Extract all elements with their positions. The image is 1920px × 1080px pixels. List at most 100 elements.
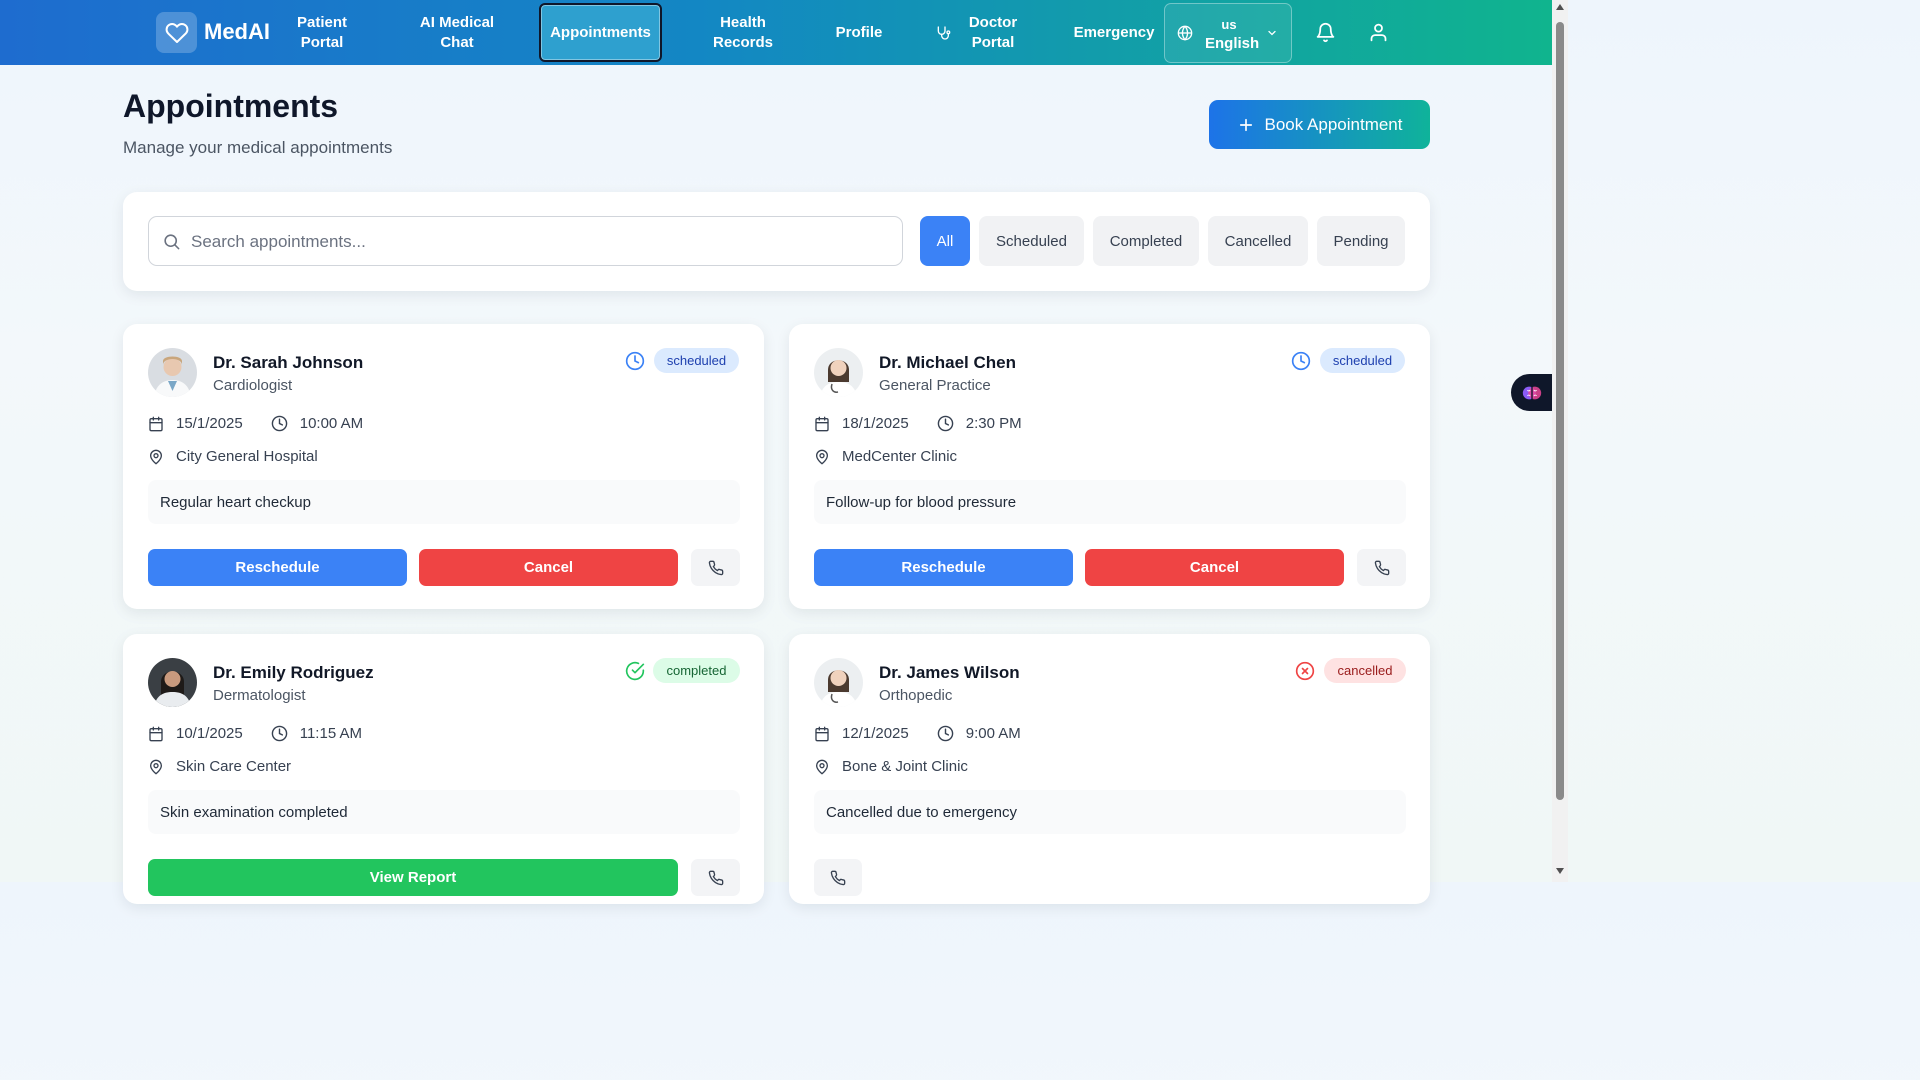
appointment-date: 12/1/2025 bbox=[842, 725, 909, 742]
nav-label: Portal bbox=[300, 33, 344, 51]
appointment-date-row: 15/1/2025 10:00 AM bbox=[148, 415, 363, 432]
check-circle-icon bbox=[625, 661, 645, 681]
language-selector[interactable]: us English bbox=[1164, 3, 1292, 63]
nav-patient-portal[interactable]: Patient Portal bbox=[282, 4, 362, 61]
appointment-date: 10/1/2025 bbox=[176, 725, 243, 742]
doctor-avatar bbox=[814, 348, 863, 397]
stethoscope-icon bbox=[935, 25, 951, 41]
doctor-specialty: Dermatologist bbox=[213, 687, 306, 704]
view-report-button[interactable]: View Report bbox=[148, 859, 678, 896]
appointment-time: 11:15 AM bbox=[299, 725, 362, 742]
calendar-icon bbox=[814, 726, 830, 742]
clock-icon bbox=[937, 415, 954, 432]
filter-scheduled[interactable]: Scheduled bbox=[979, 216, 1084, 266]
page-subtitle: Manage your medical appointments bbox=[123, 138, 393, 157]
appointment-notes: Skin examination completed bbox=[148, 790, 740, 834]
appointment-notes: Regular heart checkup bbox=[148, 480, 740, 524]
filter-pending[interactable]: Pending bbox=[1317, 216, 1405, 266]
appointment-date: 18/1/2025 bbox=[842, 415, 909, 432]
nav-doctor-portal[interactable]: Doctor Portal bbox=[926, 4, 1026, 61]
nav-label: Health bbox=[720, 13, 766, 31]
appointment-date: 15/1/2025 bbox=[176, 415, 243, 432]
reschedule-button[interactable]: Reschedule bbox=[814, 549, 1073, 586]
nav-label: Chat bbox=[440, 33, 474, 51]
appointment-notes: Follow-up for blood pressure bbox=[814, 480, 1406, 524]
map-pin-icon bbox=[148, 759, 164, 775]
nav-health-records[interactable]: Health Records bbox=[698, 4, 788, 61]
clock-icon bbox=[271, 725, 288, 742]
call-button[interactable] bbox=[691, 549, 740, 586]
nav-label: Emergency bbox=[1073, 23, 1155, 41]
search-input[interactable] bbox=[189, 217, 893, 267]
top-navigation: MedAI Patient Portal AI Medical Chat Appoi… bbox=[0, 0, 1552, 65]
map-pin-icon bbox=[814, 449, 830, 465]
phone-icon bbox=[708, 870, 724, 886]
scroll-down-arrow-icon[interactable] bbox=[1556, 868, 1564, 874]
doctor-specialty: Orthopedic bbox=[879, 687, 953, 704]
language-label: English bbox=[1205, 35, 1260, 52]
book-appointment-button[interactable]: Book Appointment bbox=[1209, 100, 1430, 149]
doctor-avatar bbox=[148, 658, 197, 707]
appointment-card: Dr. Emily Rodriguez Dermatologist comple… bbox=[123, 634, 764, 904]
nav-ai-medical-chat[interactable]: AI Medical Chat bbox=[407, 4, 507, 61]
appointment-location-row: City General Hospital bbox=[148, 448, 318, 465]
phone-icon bbox=[830, 870, 846, 886]
doctor-specialty: General Practice bbox=[879, 377, 991, 394]
nav-label: Profile bbox=[835, 23, 883, 41]
x-circle-icon bbox=[1295, 661, 1315, 681]
status-badge: cancelled bbox=[1324, 658, 1406, 683]
search-box bbox=[148, 216, 903, 267]
call-button[interactable] bbox=[691, 859, 740, 896]
reschedule-button[interactable]: Reschedule bbox=[148, 549, 407, 586]
appointment-location-row: MedCenter Clinic bbox=[814, 448, 957, 465]
nav-label: Portal bbox=[971, 33, 1015, 51]
map-pin-icon bbox=[814, 759, 830, 775]
user-icon[interactable] bbox=[1368, 22, 1389, 43]
nav-appointments[interactable]: Appointments bbox=[539, 3, 662, 62]
appointment-location: MedCenter Clinic bbox=[842, 448, 958, 465]
appointment-date-row: 10/1/2025 11:15 AM bbox=[148, 725, 362, 742]
appointment-date-row: 18/1/2025 2:30 PM bbox=[814, 415, 1022, 432]
language-code: us bbox=[1221, 17, 1237, 32]
clock-status-icon bbox=[1291, 351, 1311, 371]
clock-icon bbox=[271, 415, 288, 432]
cancel-button[interactable]: Cancel bbox=[1085, 549, 1344, 586]
doctor-name: Dr. James Wilson bbox=[879, 663, 1020, 682]
appointment-time: 2:30 PM bbox=[965, 415, 1022, 432]
appointment-location-row: Skin Care Center bbox=[148, 758, 291, 775]
scroll-up-arrow-icon[interactable] bbox=[1556, 4, 1564, 10]
heart-logo-icon[interactable] bbox=[156, 12, 197, 53]
filter-completed[interactable]: Completed bbox=[1093, 216, 1199, 266]
doctor-avatar bbox=[814, 658, 863, 707]
book-appointment-label: Book Appointment bbox=[1264, 114, 1403, 134]
calendar-icon bbox=[148, 726, 164, 742]
doctor-avatar bbox=[148, 348, 197, 397]
phone-icon bbox=[1374, 560, 1390, 576]
appointment-card: Dr. Michael Chen General Practice schedu… bbox=[789, 324, 1430, 609]
appointment-notes: Cancelled due to emergency bbox=[814, 790, 1406, 834]
globe-icon bbox=[1177, 25, 1193, 41]
doctor-specialty: Cardiologist bbox=[213, 377, 293, 394]
clock-status-icon bbox=[625, 351, 645, 371]
nav-profile[interactable]: Profile bbox=[826, 4, 892, 61]
bell-icon[interactable] bbox=[1315, 22, 1336, 43]
nav-emergency[interactable]: Emergency bbox=[1068, 4, 1160, 61]
clock-icon bbox=[937, 725, 954, 742]
appointment-card: Dr. James Wilson Orthopedic cancelled 12… bbox=[789, 634, 1430, 904]
filter-all[interactable]: All bbox=[920, 216, 970, 266]
brand-name[interactable]: MedAI bbox=[204, 19, 270, 45]
brain-icon bbox=[1521, 382, 1543, 404]
cancel-button[interactable]: Cancel bbox=[419, 549, 678, 586]
status-badge: completed bbox=[653, 658, 740, 683]
calendar-icon bbox=[148, 416, 164, 432]
calendar-icon bbox=[814, 416, 830, 432]
appointment-location: Skin Care Center bbox=[176, 758, 292, 775]
appointment-location: City General Hospital bbox=[176, 448, 318, 465]
call-button[interactable] bbox=[814, 859, 862, 896]
scrollbar-thumb[interactable] bbox=[1556, 22, 1564, 800]
filter-cancelled[interactable]: Cancelled bbox=[1208, 216, 1308, 266]
ai-assistant-widget[interactable] bbox=[1511, 374, 1555, 411]
nav-label: Appointments bbox=[550, 23, 651, 41]
call-button[interactable] bbox=[1357, 549, 1406, 586]
status-badge: scheduled bbox=[1320, 348, 1405, 373]
